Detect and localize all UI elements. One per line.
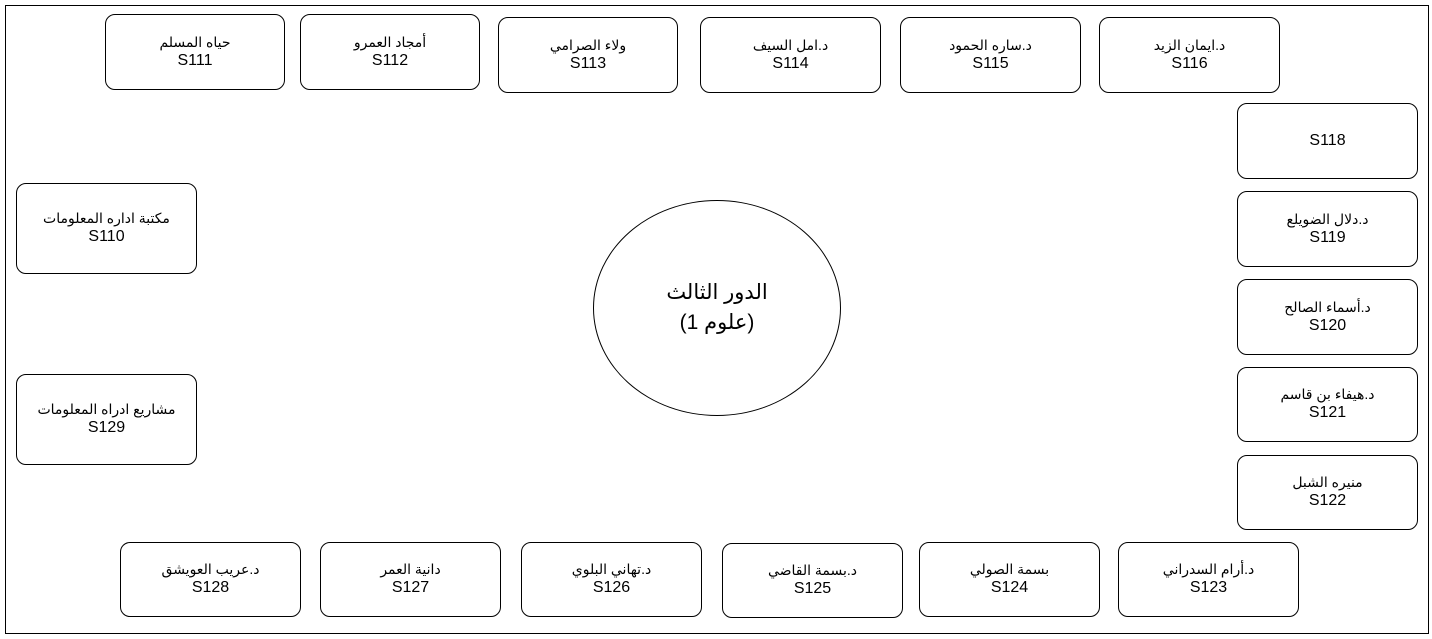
room-s129-code: S129 [87,419,126,436]
room-s115-occupant: د.ساره الحمود [949,36,1032,53]
room-s128-code: S128 [191,579,230,596]
room-s123[interactable]: د.أرام السدراني S123 [1118,542,1299,617]
room-s113-code: S113 [569,54,607,72]
room-s111[interactable]: حياه المسلم S111 [105,14,285,90]
room-s112[interactable]: أمجاد العمرو S112 [300,14,480,90]
room-s126-occupant: د.تهاني البلوي [571,561,652,577]
room-s115-code: S115 [972,54,1009,72]
room-s114-code: S114 [772,54,809,72]
room-s127-occupant: دانية العمر [380,561,441,577]
room-s119[interactable]: د.دلال الضويلع S119 [1237,191,1418,267]
room-s122-occupant: منيره الشبل [1292,474,1363,490]
room-s123-code: S123 [1189,579,1228,596]
room-s120-code: S120 [1308,316,1347,334]
room-s124-code: S124 [990,579,1029,596]
room-s121-occupant: د.هيفاء بن قاسم [1280,386,1375,402]
room-s120[interactable]: د.أسماء الصالح S120 [1237,279,1418,355]
room-s125-code: S125 [793,580,832,597]
room-s128[interactable]: د.عريب العويشق S128 [120,542,301,617]
room-s128-occupant: د.عريب العويشق [161,561,260,577]
room-s122[interactable]: منيره الشبل S122 [1237,455,1418,530]
room-s110-occupant: مكتبة اداره المعلومات [43,210,170,226]
room-s124[interactable]: بسمة الصولي S124 [919,542,1100,617]
room-s119-code: S119 [1309,228,1346,246]
room-s122-code: S122 [1308,492,1347,509]
floor-title: الدور الثالث [666,281,768,304]
room-s127[interactable]: دانية العمر S127 [320,542,501,617]
room-s121-code: S121 [1308,404,1347,421]
room-s110[interactable]: مكتبة اداره المعلومات S110 [16,183,197,274]
room-s124-occupant: بسمة الصولي [969,561,1050,577]
room-s119-occupant: د.دلال الضويلع [1286,210,1369,227]
room-s110-code: S110 [88,228,125,245]
room-s114-occupant: د.امل السيف [752,36,829,53]
room-s112-code: S112 [371,51,409,69]
room-s111-occupant: حياه المسلم [159,33,231,50]
room-s125-occupant: د.بسمة القاضي [767,562,858,578]
room-s116-code: S116 [1171,54,1208,72]
room-s112-occupant: أمجاد العمرو [353,33,427,50]
floor-label-circle: الدور الثالث (علوم 1) [593,200,841,416]
room-s113-occupant: ولاء الصرامي [549,36,627,53]
room-s114[interactable]: د.امل السيف S114 [700,17,881,93]
room-s121[interactable]: د.هيفاء بن قاسم S121 [1237,367,1418,442]
room-s113[interactable]: ولاء الصرامي S113 [498,17,678,93]
room-s129-occupant: مشاريع ادراه المعلومات [37,401,176,417]
room-s118[interactable]: S118 [1237,103,1418,179]
room-s120-occupant: د.أسماء الصالح [1284,298,1371,315]
room-s125[interactable]: د.بسمة القاضي S125 [722,543,903,618]
floor-subtitle: (علوم 1) [679,311,755,334]
room-s116-occupant: د.ايمان الزيد [1153,36,1226,53]
room-s116[interactable]: د.ايمان الزيد S116 [1099,17,1280,93]
room-s127-code: S127 [391,579,430,596]
room-s111-code: S111 [177,51,213,69]
room-s118-code: S118 [1309,132,1346,149]
room-s123-occupant: د.أرام السدراني [1162,561,1255,577]
room-s126[interactable]: د.تهاني البلوي S126 [521,542,702,617]
room-s126-code: S126 [592,579,631,596]
room-s115[interactable]: د.ساره الحمود S115 [900,17,1081,93]
room-s129[interactable]: مشاريع ادراه المعلومات S129 [16,374,197,465]
